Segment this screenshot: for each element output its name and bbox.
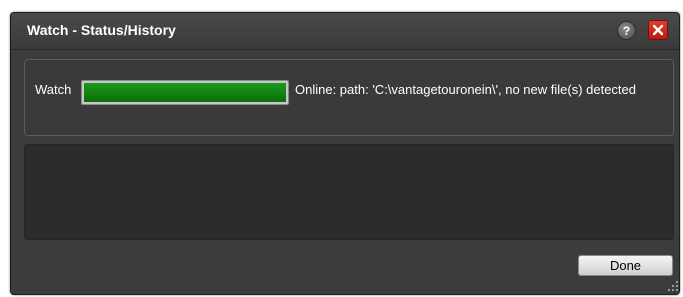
watch-label: Watch [35,82,72,97]
done-button[interactable]: Done [578,255,673,276]
progress-track [84,83,286,102]
title-bar[interactable]: Watch - Status/History ? [11,13,679,50]
watch-progress-bar [81,80,289,105]
resize-grip-icon[interactable] [667,280,679,292]
status-message: Online: path: 'C:\vantagetouronein\', no… [295,82,637,97]
dialog-title: Watch - Status/History [27,22,176,38]
status-panel: Watch Online: path: 'C:\vantagetouronein… [24,59,674,136]
help-icon[interactable]: ? [617,21,636,40]
history-panel[interactable] [24,144,674,240]
watch-status-dialog: Watch - Status/History ? Watch Online: p… [10,12,680,295]
progress-fill [84,83,286,102]
close-icon[interactable] [648,20,668,40]
